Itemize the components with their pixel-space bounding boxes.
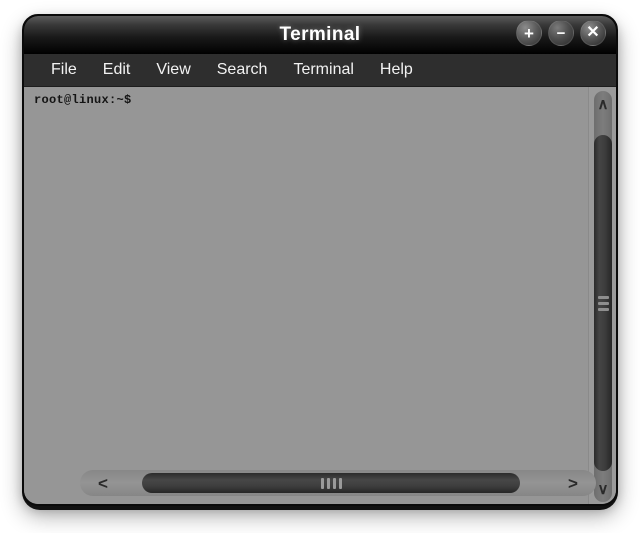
close-icon: ✕ bbox=[586, 24, 600, 41]
minimize-button[interactable]: − bbox=[548, 20, 574, 46]
grip-line bbox=[597, 295, 609, 299]
vertical-scrollbar-thumb[interactable] bbox=[594, 135, 612, 471]
minus-icon: − bbox=[556, 24, 566, 42]
scroll-left-arrow-icon[interactable]: < bbox=[82, 470, 124, 496]
maximize-button[interactable]: + bbox=[516, 20, 542, 46]
menu-item-help[interactable]: Help bbox=[367, 54, 426, 86]
window-bottom-border bbox=[24, 504, 616, 506]
grip-line bbox=[597, 307, 609, 311]
title-bar[interactable]: Terminal + − ✕ bbox=[24, 16, 616, 54]
scroll-down-arrow-icon[interactable]: ∨ bbox=[594, 476, 612, 502]
grip-line bbox=[326, 477, 330, 489]
menu-item-edit[interactable]: Edit bbox=[90, 54, 144, 86]
menu-item-view[interactable]: View bbox=[143, 54, 203, 86]
horizontal-scrollbar[interactable]: < > bbox=[80, 470, 596, 496]
close-button[interactable]: ✕ bbox=[580, 20, 606, 46]
window-controls: + − ✕ bbox=[516, 20, 606, 46]
window-body: root@linux:~$ ∧ ∨ < > bbox=[24, 87, 616, 506]
vertical-scrollbar[interactable]: ∧ ∨ bbox=[588, 87, 616, 504]
menu-item-terminal[interactable]: Terminal bbox=[280, 54, 366, 86]
grip-line bbox=[338, 477, 342, 489]
horizontal-scrollbar-thumb[interactable] bbox=[142, 473, 520, 493]
plus-icon: + bbox=[524, 23, 534, 43]
terminal-output-area[interactable]: root@linux:~$ bbox=[24, 87, 588, 504]
grip-line bbox=[320, 477, 324, 489]
grip-line bbox=[597, 301, 609, 305]
menu-item-search[interactable]: Search bbox=[204, 54, 281, 86]
shell-prompt: root@linux:~$ bbox=[34, 93, 132, 107]
menu-bar: File Edit View Search Terminal Help bbox=[24, 54, 616, 87]
grip-line bbox=[332, 477, 336, 489]
terminal-window: Terminal + − ✕ File Edit View Search Ter… bbox=[22, 14, 618, 506]
scroll-up-arrow-icon[interactable]: ∧ bbox=[594, 91, 612, 117]
menu-item-file[interactable]: File bbox=[38, 54, 90, 86]
scroll-right-arrow-icon[interactable]: > bbox=[552, 470, 594, 496]
